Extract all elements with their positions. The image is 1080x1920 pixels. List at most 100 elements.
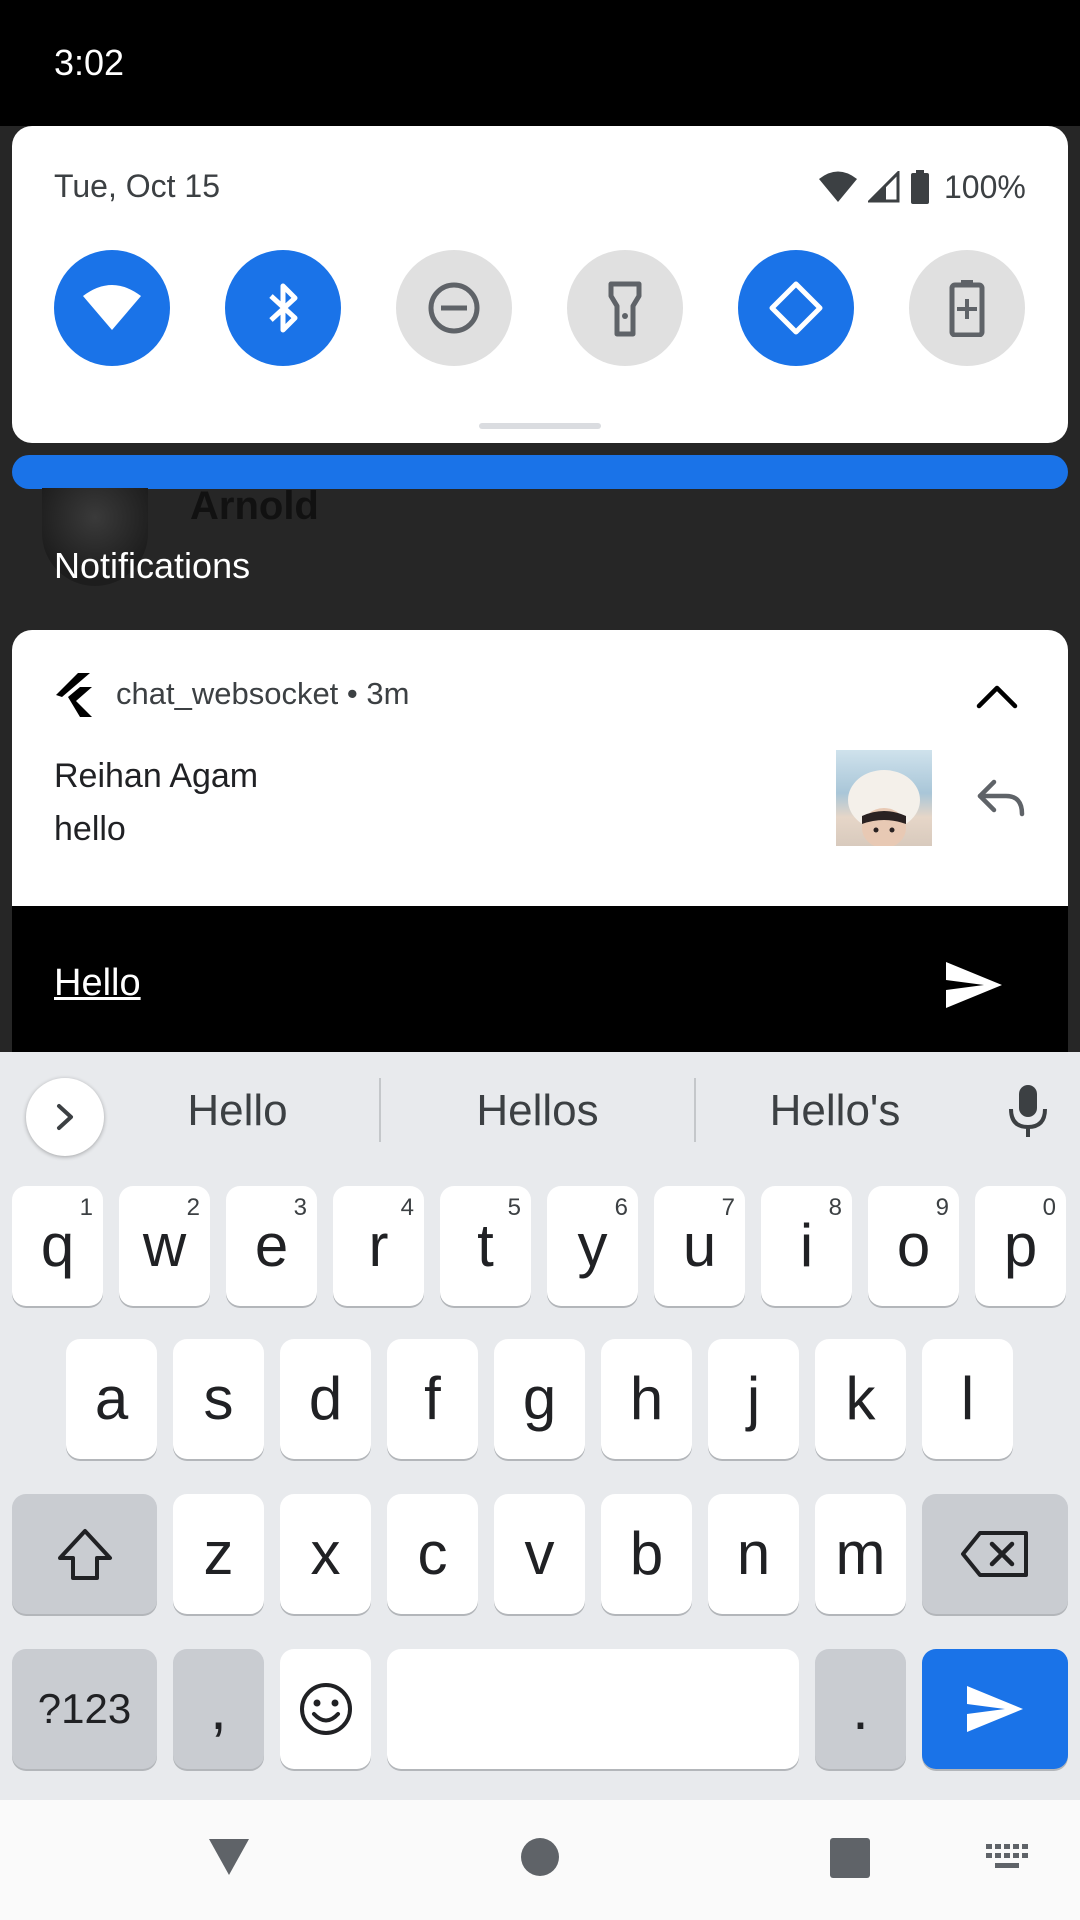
flashlight-icon (608, 281, 642, 337)
key-u[interactable]: 7u (654, 1186, 745, 1306)
key-hint: 8 (828, 1194, 842, 1221)
key-q[interactable]: 1q (12, 1186, 103, 1306)
key-t[interactable]: 5t (440, 1186, 531, 1306)
key-label: f (424, 1365, 441, 1432)
key-i[interactable]: 8i (761, 1186, 852, 1306)
suggestion-divider (379, 1078, 381, 1142)
key-b[interactable]: b (601, 1494, 692, 1614)
key-m[interactable]: m (815, 1494, 906, 1614)
key-z[interactable]: z (173, 1494, 264, 1614)
key-label: p (1003, 1212, 1038, 1279)
key-h[interactable]: h (601, 1339, 692, 1459)
key-hint: 7 (721, 1194, 735, 1221)
key-r[interactable]: 4r (333, 1186, 424, 1306)
notification-time: 3m (366, 676, 410, 711)
key-label: x (310, 1520, 341, 1587)
qs-drag-handle[interactable] (479, 423, 601, 429)
flutter-app-icon (56, 673, 92, 717)
battery-percent: 100% (944, 168, 1026, 205)
battery-icon (911, 170, 929, 204)
reply-input[interactable] (54, 958, 874, 1008)
key-label: r (368, 1212, 389, 1279)
key-label: . (852, 1675, 869, 1742)
notifications-header: Notifications (54, 545, 251, 586)
key-s[interactable]: s (173, 1339, 264, 1459)
key-label: i (799, 1212, 814, 1279)
key-label: y (577, 1212, 608, 1279)
key-label: j (746, 1365, 761, 1432)
shift-icon (57, 1529, 112, 1580)
app-line-separator: • (338, 676, 367, 711)
tile-do-not-disturb[interactable] (396, 250, 512, 366)
microphone-icon[interactable] (1003, 1083, 1053, 1139)
period-key[interactable]: . (815, 1649, 906, 1769)
key-p[interactable]: 0p (975, 1186, 1066, 1306)
key-label: d (308, 1365, 343, 1432)
tile-wifi[interactable] (54, 250, 170, 366)
wifi-signal-icon (819, 171, 857, 202)
comma-key[interactable]: , (173, 1649, 264, 1769)
qs-status-icons: 100% (818, 166, 1026, 208)
key-x[interactable]: x (280, 1494, 371, 1614)
key-label: z (203, 1520, 234, 1587)
key-d[interactable]: d (280, 1339, 371, 1459)
key-label: e (254, 1212, 289, 1279)
keyboard-switch-icon[interactable] (986, 1844, 1030, 1872)
status-clock: 3:02 (54, 42, 125, 83)
recents-icon[interactable] (830, 1838, 870, 1878)
app-name: chat_websocket (116, 676, 339, 711)
sender-photo-thumbnail (836, 750, 932, 846)
home-icon[interactable] (521, 1838, 559, 1876)
tile-auto-rotate[interactable] (738, 250, 854, 366)
wifi-icon (83, 285, 141, 330)
suggestion-expand-button[interactable] (26, 1078, 104, 1156)
key-label: v (524, 1520, 555, 1587)
suggestion-3[interactable]: Hello's (745, 1086, 925, 1136)
symbols-key[interactable]: ?123 (12, 1649, 157, 1769)
key-v[interactable]: v (494, 1494, 585, 1614)
key-j[interactable]: j (708, 1339, 799, 1459)
suggestion-divider (694, 1078, 696, 1142)
key-e[interactable]: 3e (226, 1186, 317, 1306)
key-label: l (960, 1365, 975, 1432)
key-c[interactable]: c (387, 1494, 478, 1614)
back-icon[interactable] (207, 1835, 251, 1877)
key-hint: 1 (79, 1194, 93, 1221)
notification-message: hello (54, 810, 126, 848)
key-label: k (845, 1365, 876, 1432)
suggestion-1[interactable]: Hello (155, 1086, 320, 1136)
tile-flashlight[interactable] (567, 250, 683, 366)
send-icon (967, 1686, 1023, 1732)
brightness-bar[interactable] (12, 455, 1068, 489)
chevron-right-icon (57, 1104, 73, 1130)
key-l[interactable]: l (922, 1339, 1013, 1459)
key-f[interactable]: f (387, 1339, 478, 1459)
key-label: n (736, 1520, 771, 1587)
backspace-key[interactable] (922, 1494, 1068, 1614)
key-y[interactable]: 6y (547, 1186, 638, 1306)
tile-battery-saver[interactable] (909, 250, 1025, 366)
key-o[interactable]: 9o (868, 1186, 959, 1306)
shift-key[interactable] (12, 1494, 157, 1614)
suggestion-2[interactable]: Hellos (440, 1086, 635, 1136)
send-key[interactable] (922, 1649, 1068, 1769)
key-n[interactable]: n (708, 1494, 799, 1614)
tile-bluetooth[interactable] (225, 250, 341, 366)
collapse-chevron-icon[interactable] (974, 676, 1020, 716)
key-label: , (210, 1675, 227, 1742)
space-key[interactable] (387, 1649, 799, 1769)
send-reply-icon[interactable] (944, 960, 1004, 1010)
key-a[interactable]: a (66, 1339, 157, 1459)
key-hint: 9 (935, 1194, 949, 1221)
reply-icon[interactable] (976, 776, 1026, 820)
key-k[interactable]: k (815, 1339, 906, 1459)
key-g[interactable]: g (494, 1339, 585, 1459)
backspace-icon (961, 1531, 1028, 1577)
key-w[interactable]: 2w (119, 1186, 210, 1306)
key-hint: 4 (400, 1194, 414, 1221)
emoji-key[interactable] (280, 1649, 371, 1769)
battery-saver-icon (949, 280, 985, 337)
emoji-icon (299, 1683, 352, 1735)
key-label: m (835, 1520, 886, 1587)
notification-app-line: chat_websocket • 3m (116, 676, 409, 712)
